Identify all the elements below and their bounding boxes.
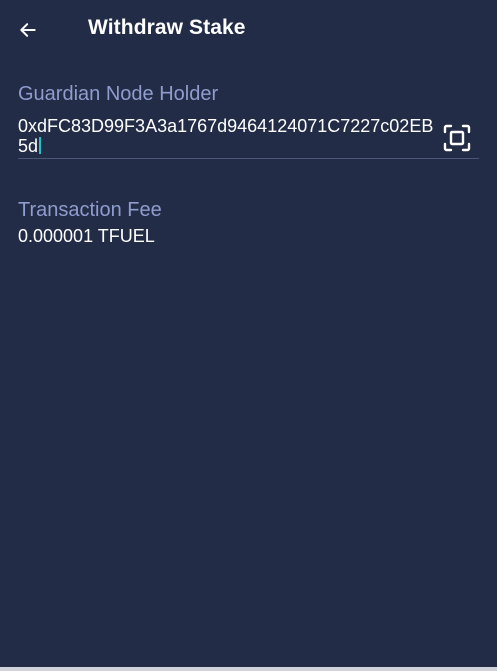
page-title: Withdraw Stake	[88, 16, 246, 39]
text-caret	[39, 137, 42, 154]
bottom-strip	[0, 667, 497, 671]
qr-scan-button[interactable]	[440, 121, 474, 155]
app-bar: Withdraw Stake	[0, 0, 497, 60]
guardian-node-holder-input[interactable]: 0xdFC83D99F3A3a1767d9464124071C7227c02EB…	[18, 116, 438, 156]
withdraw-stake-screen: Withdraw Stake Guardian Node Holder 0xdF…	[0, 0, 497, 667]
qr-scan-icon	[443, 124, 471, 152]
guardian-node-holder-label: Guardian Node Holder	[18, 83, 219, 105]
back-button[interactable]	[12, 14, 44, 46]
guardian-node-holder-value: 0xdFC83D99F3A3a1767d9464124071C7227c02EB…	[18, 116, 434, 156]
transaction-fee-label: Transaction Fee	[18, 199, 162, 221]
input-underline	[18, 158, 479, 159]
arrow-left-icon	[20, 23, 36, 37]
transaction-fee-value: 0.000001 TFUEL	[18, 226, 155, 246]
